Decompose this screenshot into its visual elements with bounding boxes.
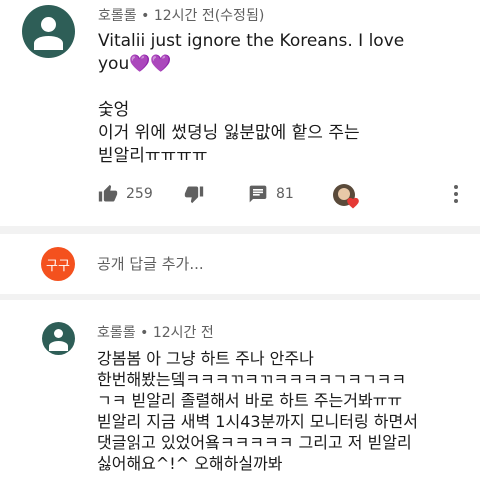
thumbs-down-icon — [184, 186, 204, 204]
more-options-button[interactable] — [450, 178, 462, 210]
comment-actions: 259 81 — [98, 178, 468, 210]
reply-author-avatar[interactable] — [42, 322, 75, 355]
comment-time[interactable]: 12시간 전(수정됨) — [154, 8, 264, 24]
reply-text: 강봄봄 아 그냥 하트 주나 안주나 한번해봤는뎈ㅋㅋㅋㄲㅋㄲㅋㅋㅋㅋㄱㅋㄱㅋㅋ… — [97, 349, 418, 473]
like-button[interactable]: 259 — [98, 178, 153, 210]
more-vert-icon — [454, 185, 458, 203]
replies-button[interactable]: 81 — [248, 178, 294, 210]
author-avatar[interactable] — [22, 5, 75, 58]
section-divider — [0, 294, 480, 300]
reply-author[interactable]: 호롤롤 — [97, 325, 136, 341]
comment-text: Vitalii just ignore the Koreans. I love … — [98, 31, 405, 166]
comment-icon — [249, 185, 267, 203]
avatar-head-shape — [41, 17, 56, 32]
reply-meta: 호롤롤 • 12시간 전 — [97, 322, 214, 342]
comment-author[interactable]: 호롤롤 — [98, 8, 137, 24]
comment-meta: 호롤롤 • 12시간 전(수정됨) — [98, 5, 264, 25]
section-divider — [0, 226, 480, 234]
thumbs-up-icon — [98, 184, 118, 202]
meta-separator: • — [141, 8, 154, 24]
user-avatar: 구구 — [41, 247, 75, 281]
avatar-head-shape — [54, 329, 63, 338]
avatar-body-shape — [34, 36, 63, 50]
meta-separator: • — [140, 325, 153, 341]
reply-time[interactable]: 12시간 전 — [153, 325, 214, 341]
dislike-button[interactable] — [184, 178, 204, 210]
add-reply-input[interactable]: 공개 답글 추가... — [97, 253, 204, 274]
reply-count: 81 — [276, 186, 294, 202]
avatar-body-shape — [49, 341, 68, 351]
heart-icon — [347, 197, 359, 209]
like-count: 259 — [126, 186, 153, 202]
